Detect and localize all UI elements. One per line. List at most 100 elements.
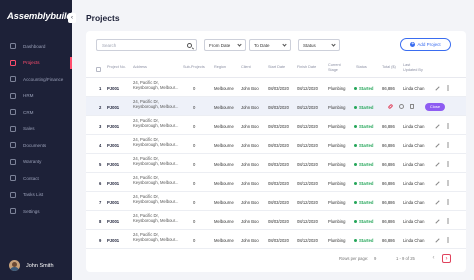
status-text: Started <box>359 237 374 243</box>
select-all-checkbox[interactable] <box>96 67 101 72</box>
more-vertical-icon[interactable] <box>447 217 449 224</box>
search-input[interactable] <box>102 42 182 48</box>
more-vertical-icon[interactable] <box>447 198 449 205</box>
gear-icon[interactable] <box>399 104 404 109</box>
status-badge: Started <box>354 124 373 129</box>
table-row[interactable]: 6 PJ001 24, Pacific Dr, Keysborough, Melbou… <box>86 173 466 192</box>
more-vertical-icon[interactable] <box>447 179 449 186</box>
edit-icon[interactable] <box>435 161 440 167</box>
column-header[interactable]: Last Updated By <box>403 63 425 72</box>
status-select[interactable]: Status <box>298 39 340 51</box>
table-row[interactable]: 2 PJ001 24, Pacific Dr, Keysborough, Melbou… <box>86 97 466 116</box>
status-dot-icon <box>354 86 357 90</box>
sidebar-item-crm[interactable]: CRM <box>0 104 72 121</box>
sub-projects-cell: 0 <box>193 180 196 186</box>
table-row[interactable]: 8 PJ001 24, Pacific Dr, Keysborough, Melbou… <box>86 211 466 230</box>
sidebar-item-contact[interactable]: Contact <box>0 170 72 187</box>
column-header[interactable]: Status <box>356 65 367 70</box>
project-number[interactable]: PJ001 <box>107 162 119 167</box>
address-line: Keysborough, Melbour... <box>133 198 179 204</box>
sidebar-item-hrm[interactable]: HRM <box>0 88 72 105</box>
sidebar-item-accounting-finance[interactable]: Accounting/Finance <box>0 71 72 88</box>
more-vertical-icon[interactable] <box>447 160 449 167</box>
status-dot-icon <box>354 200 357 204</box>
sub-projects-cell: 0 <box>193 199 196 205</box>
avatar[interactable] <box>9 260 20 271</box>
search-icon[interactable] <box>187 42 192 48</box>
project-number[interactable]: PJ001 <box>107 219 119 224</box>
column-header[interactable]: Project No. <box>107 65 126 70</box>
status-text: Started <box>359 199 374 205</box>
table-row[interactable]: 3 PJ001 24, Pacific Dr, Keysborough, Melbou… <box>86 116 466 135</box>
sub-projects-cell: 0 <box>193 237 196 243</box>
next-page-button[interactable]: › <box>442 254 451 263</box>
table-row[interactable]: 1 PJ001 24, Pacific Dr, Keysborough, Melbou… <box>86 78 466 97</box>
column-header[interactable]: Address <box>133 65 147 70</box>
sub-projects-cell: 0 <box>193 142 196 148</box>
trash-icon[interactable] <box>410 104 414 109</box>
sidebar-item-label: Sales <box>23 126 35 132</box>
column-header[interactable]: Region <box>214 65 226 70</box>
user-profile[interactable]: John Smith <box>9 260 54 271</box>
project-number[interactable]: PJ001 <box>107 143 119 148</box>
project-number[interactable]: PJ001 <box>107 200 119 205</box>
app-logo[interactable]: Assemblybuild <box>7 11 72 22</box>
project-number[interactable]: PJ001 <box>107 86 119 91</box>
column-header[interactable]: Current Stage <box>328 63 350 72</box>
edit-icon[interactable] <box>435 218 440 224</box>
project-number[interactable]: PJ001 <box>107 105 119 110</box>
add-project-button[interactable]: + Add Project <box>400 38 451 51</box>
edit-icon[interactable] <box>435 199 440 205</box>
total-cell: 86,886 <box>382 85 395 91</box>
client-cell: John Boo <box>241 237 259 243</box>
project-number[interactable]: PJ001 <box>107 181 119 186</box>
start-date-cell: 08/03/2020 <box>268 104 289 110</box>
edit-icon[interactable] <box>435 85 440 91</box>
edit-icon[interactable] <box>435 237 440 243</box>
table-row[interactable]: 7 PJ001 24, Pacific Dr, Keysborough, Melbou… <box>86 192 466 211</box>
edit-icon[interactable] <box>435 180 440 186</box>
search-box[interactable] <box>96 39 197 51</box>
row-number: 6 <box>99 180 102 186</box>
column-header[interactable]: Finish Date <box>297 65 316 70</box>
prev-page-button[interactable]: ‹ <box>429 254 438 263</box>
table-row[interactable]: 5 PJ001 24, Pacific Dr, Keysborough, Melbou… <box>86 154 466 173</box>
more-vertical-icon[interactable] <box>447 141 449 148</box>
project-number[interactable]: PJ001 <box>107 124 119 129</box>
edit-icon[interactable] <box>435 123 440 129</box>
status-badge: Started <box>354 219 373 224</box>
more-vertical-icon[interactable] <box>447 236 449 243</box>
sidebar-item-warranty[interactable]: Warranty <box>0 154 72 171</box>
status-badge: Started <box>354 143 373 148</box>
column-header[interactable]: Total ($) <box>382 65 396 70</box>
table-row[interactable]: 4 PJ001 24, Pacific Dr, Keysborough, Melbou… <box>86 135 466 154</box>
close-button[interactable]: Close <box>425 102 445 111</box>
sidebar-collapse-button[interactable]: ‹ <box>68 13 76 23</box>
status-text: Started <box>359 123 374 129</box>
more-vertical-icon[interactable] <box>447 122 449 129</box>
region-cell: Melbourne <box>214 104 234 110</box>
table-row[interactable]: 9 PJ001 24, Pacific Dr, Keysborough, Melbou… <box>86 230 466 249</box>
documents-icon <box>10 142 16 149</box>
column-header[interactable]: Start Date <box>268 65 285 70</box>
link-icon[interactable] <box>387 103 394 110</box>
rows-per-page-select[interactable]: 9 <box>374 256 376 261</box>
sidebar-item-dashboard[interactable]: Dashboard <box>0 38 72 55</box>
tasks-icon <box>10 191 16 198</box>
project-number[interactable]: PJ001 <box>107 238 119 243</box>
column-header[interactable]: Client <box>241 65 251 70</box>
to-date-select[interactable]: To Date <box>249 39 291 51</box>
column-header[interactable]: Sub-Projects <box>183 65 205 70</box>
start-date-cell: 08/03/2020 <box>268 142 289 148</box>
sidebar-item-projects[interactable]: Projects <box>0 55 72 72</box>
from-date-select[interactable]: From Date <box>204 39 246 51</box>
sidebar-item-tasks-list[interactable]: Tasks List <box>0 187 72 204</box>
address-line: Keysborough, Melbour... <box>133 217 179 223</box>
sidebar-item-sales[interactable]: Sales <box>0 121 72 138</box>
sidebar-item-documents[interactable]: Documents <box>0 137 72 154</box>
sidebar-item-settings[interactable]: Settings <box>0 203 72 220</box>
status-dot-icon <box>354 124 357 128</box>
edit-icon[interactable] <box>435 142 440 148</box>
sub-projects-cell: 0 <box>193 104 196 110</box>
more-vertical-icon[interactable] <box>447 84 449 91</box>
